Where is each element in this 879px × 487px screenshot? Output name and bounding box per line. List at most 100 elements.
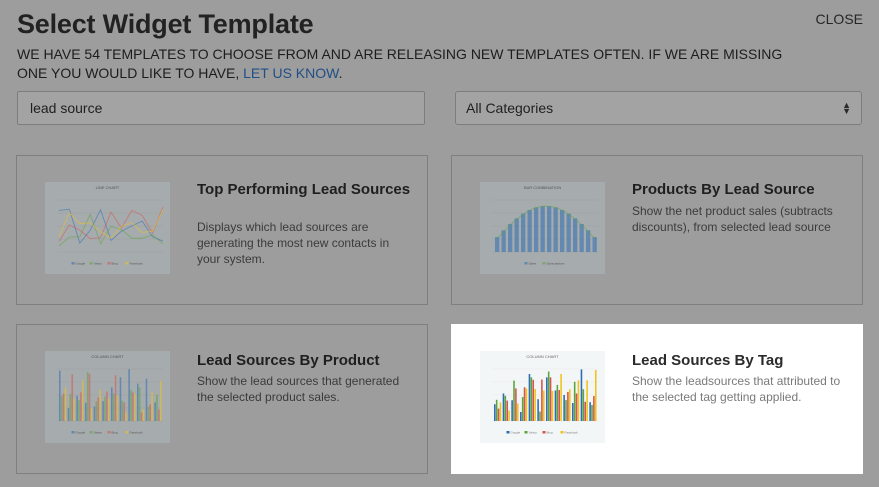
thumb-column	[60, 395, 63, 421]
thumb-column	[521, 397, 524, 421]
thumb-column	[502, 393, 505, 421]
thumb-column	[495, 399, 498, 421]
thumb-column	[534, 388, 536, 421]
thumb-column	[516, 403, 519, 421]
thumb-legend-label: Facebook	[565, 431, 579, 435]
thumb-chart-title: BAR COMBINATION	[524, 185, 561, 190]
thumb-bar	[573, 218, 578, 252]
thumb-column	[554, 390, 557, 421]
thumb-column	[64, 387, 67, 421]
thumb-chart-title: COLUMN CHART	[526, 354, 559, 359]
thumb-column	[532, 379, 535, 421]
thumb-svg: COLUMN CHART Google Yahoo Bing Facebook	[492, 354, 598, 435]
thumb-legend-swatch	[71, 262, 75, 265]
thumb-column	[107, 398, 110, 421]
thumb-legend-label: Google	[76, 262, 86, 266]
template-card-lead-sources-by-tag[interactable]: COLUMN CHART Google Yahoo Bing Facebook Lead…	[451, 324, 863, 474]
thumb-legend-swatch	[107, 431, 111, 434]
thumb-legend-swatch	[560, 431, 564, 434]
thumb-column	[558, 389, 561, 421]
thumb-column	[151, 392, 153, 421]
thumb-column	[102, 401, 104, 421]
thumb-column	[154, 402, 156, 421]
thumb-column	[539, 411, 541, 421]
thumb-column	[71, 374, 74, 421]
thumb-legend-swatch	[125, 431, 129, 434]
thumb-column	[549, 377, 552, 421]
thumb-column	[572, 403, 574, 421]
thumb-legend-swatch	[89, 262, 93, 265]
thumb-column	[584, 401, 587, 421]
thumb-bar	[566, 213, 571, 252]
template-card-products-by-lead-source[interactable]: BAR COMBINATION Sales Subscriptions Produc…	[451, 155, 863, 305]
thumb-column	[568, 389, 571, 421]
thumb-column	[159, 380, 162, 421]
close-button[interactable]: CLOSE	[816, 11, 863, 27]
template-description: We have 54 templates to choose from and …	[17, 45, 797, 83]
thumb-column	[125, 412, 127, 421]
thumb-column	[573, 381, 576, 421]
thumb-column	[116, 395, 119, 421]
thumb-legend-swatch	[506, 431, 510, 434]
search-input[interactable]	[17, 91, 425, 125]
category-select[interactable]: All Categories ▲ ▼	[455, 91, 862, 125]
thumb-column	[80, 392, 82, 421]
thumb-column	[147, 406, 150, 421]
thumb-column	[62, 393, 65, 421]
thumb-bar	[540, 206, 545, 252]
thumb-column	[69, 394, 72, 421]
thumb-bar	[592, 237, 597, 252]
thumb-legend-swatch	[524, 262, 528, 265]
thumb-column	[149, 404, 152, 421]
thumb-column	[506, 400, 509, 421]
thumb-bar	[527, 209, 532, 252]
template-card-lead-sources-by-product[interactable]: COLUMN CHART Google Yahoo Bing Facebook Lead…	[16, 324, 428, 474]
thumb-column	[589, 402, 591, 421]
chart-thumbnail: LINE CHART Google Yahoo Bing Facebook	[45, 182, 170, 274]
card-description: Show the leadsources that attributed to …	[632, 374, 841, 404]
thumb-column	[499, 402, 502, 421]
thumb-column	[556, 384, 559, 421]
thumb-chart-title: LINE CHART	[96, 185, 120, 190]
thumb-legend-label: Google	[511, 431, 521, 435]
thumb-column	[112, 393, 115, 421]
thumb-bar	[514, 218, 519, 252]
thumb-column	[542, 390, 545, 421]
thumb-column	[504, 395, 507, 421]
card-title: Products By Lead Source	[632, 181, 815, 198]
thumb-column	[563, 394, 565, 421]
thumb-column	[59, 370, 61, 421]
thumb-column	[88, 373, 91, 421]
thumb-column	[111, 387, 113, 421]
thumb-bar	[534, 207, 539, 252]
card-title: Top Performing Lead Sources	[197, 181, 411, 198]
thumb-column	[513, 380, 515, 421]
page-title: Select Widget Template	[17, 9, 314, 39]
thumb-column	[575, 393, 578, 421]
let-us-know-link[interactable]: Let us know	[243, 65, 338, 81]
thumb-column	[525, 388, 528, 421]
thumb-column	[93, 406, 96, 421]
thumb-column	[497, 408, 500, 421]
thumb-column	[530, 377, 533, 421]
thumb-column	[156, 394, 158, 421]
thumb-column	[132, 392, 134, 421]
thumb-column	[560, 374, 562, 421]
thumb-column	[67, 408, 70, 421]
category-selected-value: All Categories	[466, 100, 554, 116]
card-title: Lead Sources By Tag	[632, 352, 784, 369]
thumb-bar	[495, 237, 500, 252]
thumb-column	[508, 410, 510, 421]
thumb-svg: LINE CHART Google Yahoo Bing Facebook	[57, 185, 164, 266]
thumb-column	[591, 404, 593, 421]
thumb-column	[593, 396, 595, 421]
description-end: .	[338, 65, 343, 81]
thumb-svg: BAR COMBINATION Sales Subscriptions	[492, 185, 598, 266]
thumb-legend-swatch	[125, 262, 129, 265]
thumb-column	[86, 371, 89, 421]
template-card-top-performing[interactable]: LINE CHART Google Yahoo Bing Facebook Top Pe…	[16, 155, 428, 305]
thumb-column	[158, 409, 160, 421]
thumb-column	[145, 378, 148, 421]
thumb-bar	[521, 213, 526, 252]
thumb-column	[515, 388, 517, 421]
